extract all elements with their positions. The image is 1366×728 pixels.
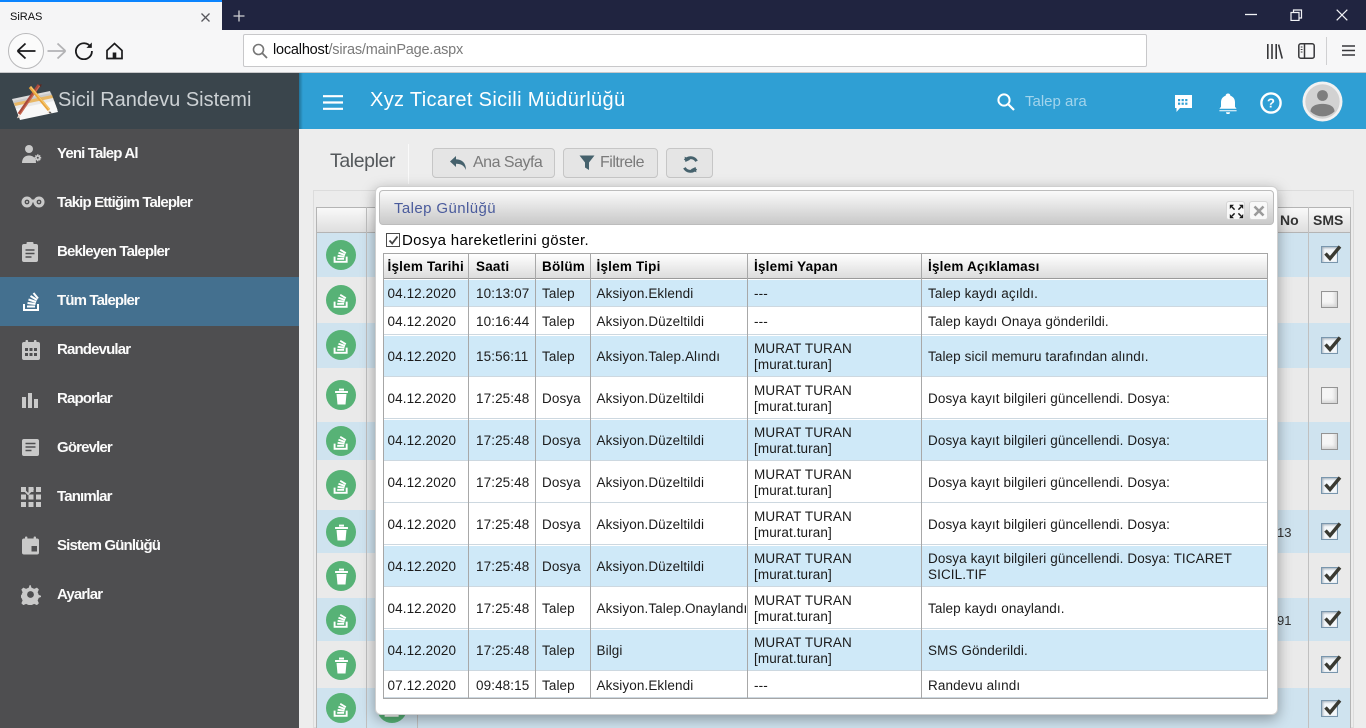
svg-text:?: ? [1267, 96, 1275, 111]
